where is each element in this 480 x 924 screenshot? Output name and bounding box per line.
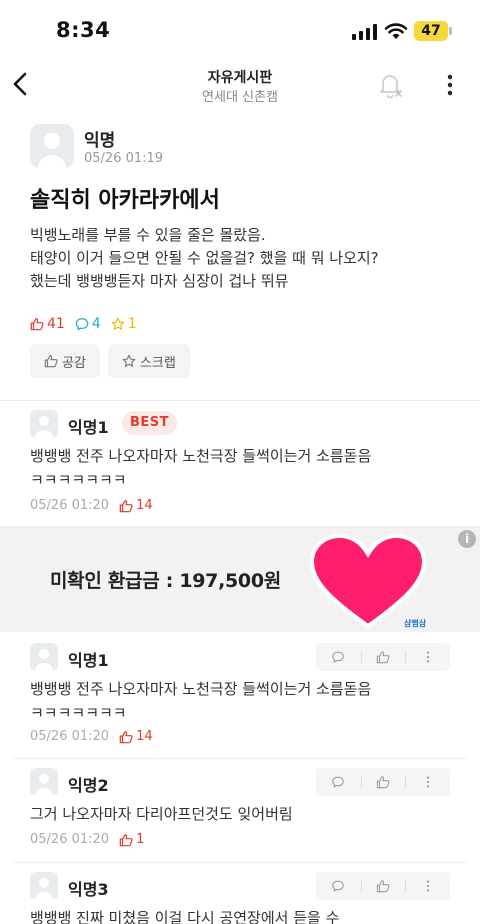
comment-text: 뱅뱅뱅 전주 나오자마자 노천극장 들썩이는거 소름돋음 ㅋㅋㅋㅋㅋㅋㅋ [30, 447, 372, 489]
ad-banner[interactable]: 미확인 환급금 : 197,500원 삼쩜삼 i [0, 526, 480, 632]
more-vertical-icon [426, 776, 429, 788]
comment-actions [316, 643, 450, 671]
divider [14, 862, 466, 863]
comment-time: 05/26 01:20 [30, 832, 110, 847]
comment-text: 뱅뱅뱅 전주 나오자마자 노천극장 들썩이는거 소름돋음 ㅋㅋㅋㅋㅋㅋㅋ [30, 680, 372, 722]
comment-like-button[interactable] [360, 768, 406, 796]
comment-meta: 05/26 01:20 14 [30, 729, 153, 744]
comment-author: 익명1 [68, 418, 109, 437]
more-vertical-icon [426, 651, 429, 663]
reply-bubble-icon [332, 651, 345, 663]
comment-meta: 05/26 01:20 1 [30, 832, 144, 847]
thumbs-up-icon [376, 776, 390, 789]
comment-more-button[interactable] [405, 643, 450, 671]
avatar [30, 124, 74, 168]
comment-author: 익명1 [68, 651, 109, 670]
reply-button[interactable] [316, 643, 361, 671]
comment-author: 익명2 [68, 776, 109, 795]
star-icon [111, 317, 125, 330]
post-author: 익명 [84, 131, 116, 151]
comment-like-count: 1 [119, 832, 144, 847]
comment-like-button[interactable] [360, 872, 406, 900]
scrap-count-value: 1 [127, 316, 137, 332]
comment-like-value: 14 [136, 729, 153, 744]
comment-text: 뱅뱅뱅 진짜 미쳤음 이걸 다시 공연장에서 듣을 수 [30, 909, 340, 924]
battery-indicator: 47 [414, 21, 448, 41]
comment-time: 05/26 01:20 [30, 729, 110, 744]
thumbs-up-icon [44, 355, 58, 368]
post-stats: 41 4 1 [30, 314, 147, 334]
comment-more-button[interactable] [405, 872, 450, 900]
comment-actions [316, 872, 450, 900]
avatar [30, 410, 58, 438]
like-button-label: 공감 [62, 355, 86, 371]
comment-count-value: 4 [91, 316, 101, 332]
comment-text: 그거 나오자마자 다리아프던것도 잊어버림 [30, 805, 293, 823]
back-arrow-icon[interactable] [8, 68, 36, 100]
nav-bar: 자유게시판 연세대 신촌캠 [0, 60, 480, 110]
like-button[interactable]: 공감 [30, 344, 100, 378]
more-vertical-icon [426, 880, 429, 892]
scrap-count: 1 [111, 316, 137, 332]
cellular-signal-icon [352, 24, 378, 40]
thumbs-up-icon [119, 730, 133, 743]
divider [14, 758, 466, 759]
best-badge: BEST [122, 411, 178, 435]
board-title: 자유게시판 [207, 70, 273, 86]
thumbs-up-icon [119, 833, 133, 846]
post-time: 05/26 01:19 [84, 151, 164, 166]
comment-like-count: 14 [119, 498, 153, 513]
comment-like-button[interactable] [360, 643, 406, 671]
comment-actions [316, 768, 450, 796]
avatar [30, 768, 58, 796]
comment-count: 4 [75, 316, 101, 332]
star-icon [122, 354, 136, 367]
reply-button[interactable] [316, 872, 361, 900]
battery-tip [449, 27, 452, 35]
ad-brand-logo: 삼쩜삼 [404, 619, 427, 628]
more-options-icon[interactable] [438, 72, 462, 98]
post-actions: 공감 스크랩 [30, 344, 198, 378]
notification-off-icon[interactable] [376, 70, 404, 100]
like-count: 41 [30, 316, 65, 332]
comment-more-button[interactable] [405, 768, 450, 796]
thumbs-up-icon [30, 318, 44, 331]
avatar [30, 643, 58, 671]
reply-bubble-icon [332, 776, 345, 788]
thumbs-up-icon [376, 651, 390, 664]
reply-bubble-icon [332, 880, 345, 892]
scrap-button[interactable]: 스크랩 [107, 344, 190, 378]
comment-like-count: 14 [119, 729, 153, 744]
comment-bubble-icon [75, 318, 89, 331]
board-subtitle: 연세대 신촌캠 [202, 90, 278, 105]
comment-time: 05/26 01:20 [30, 498, 110, 513]
status-time: 8:34 [56, 18, 111, 42]
ad-info-icon[interactable]: i [458, 530, 476, 548]
comment-meta: 05/26 01:20 14 [30, 498, 153, 513]
scrap-button-label: 스크랩 [139, 355, 176, 371]
comment-author: 익명3 [68, 880, 109, 899]
reply-button[interactable] [316, 768, 361, 796]
thumbs-up-icon [376, 880, 390, 893]
post-body: 빅뱅노래를 부를 수 있을 줄은 몰랐음. 태양이 이거 들으면 안될 수 없을… [30, 226, 379, 290]
ad-text: 미확인 환급금 : 197,500원 [50, 570, 281, 592]
post-title: 솔직히 아카라카에서 [30, 188, 220, 213]
wifi-icon [384, 23, 408, 39]
thumbs-up-icon [119, 499, 133, 512]
like-count-value: 41 [47, 316, 65, 332]
avatar [30, 872, 58, 900]
comment-like-value: 1 [136, 832, 145, 847]
status-bar: 8:34 47 [0, 0, 480, 60]
comment-like-value: 14 [136, 498, 153, 513]
divider [0, 400, 480, 401]
